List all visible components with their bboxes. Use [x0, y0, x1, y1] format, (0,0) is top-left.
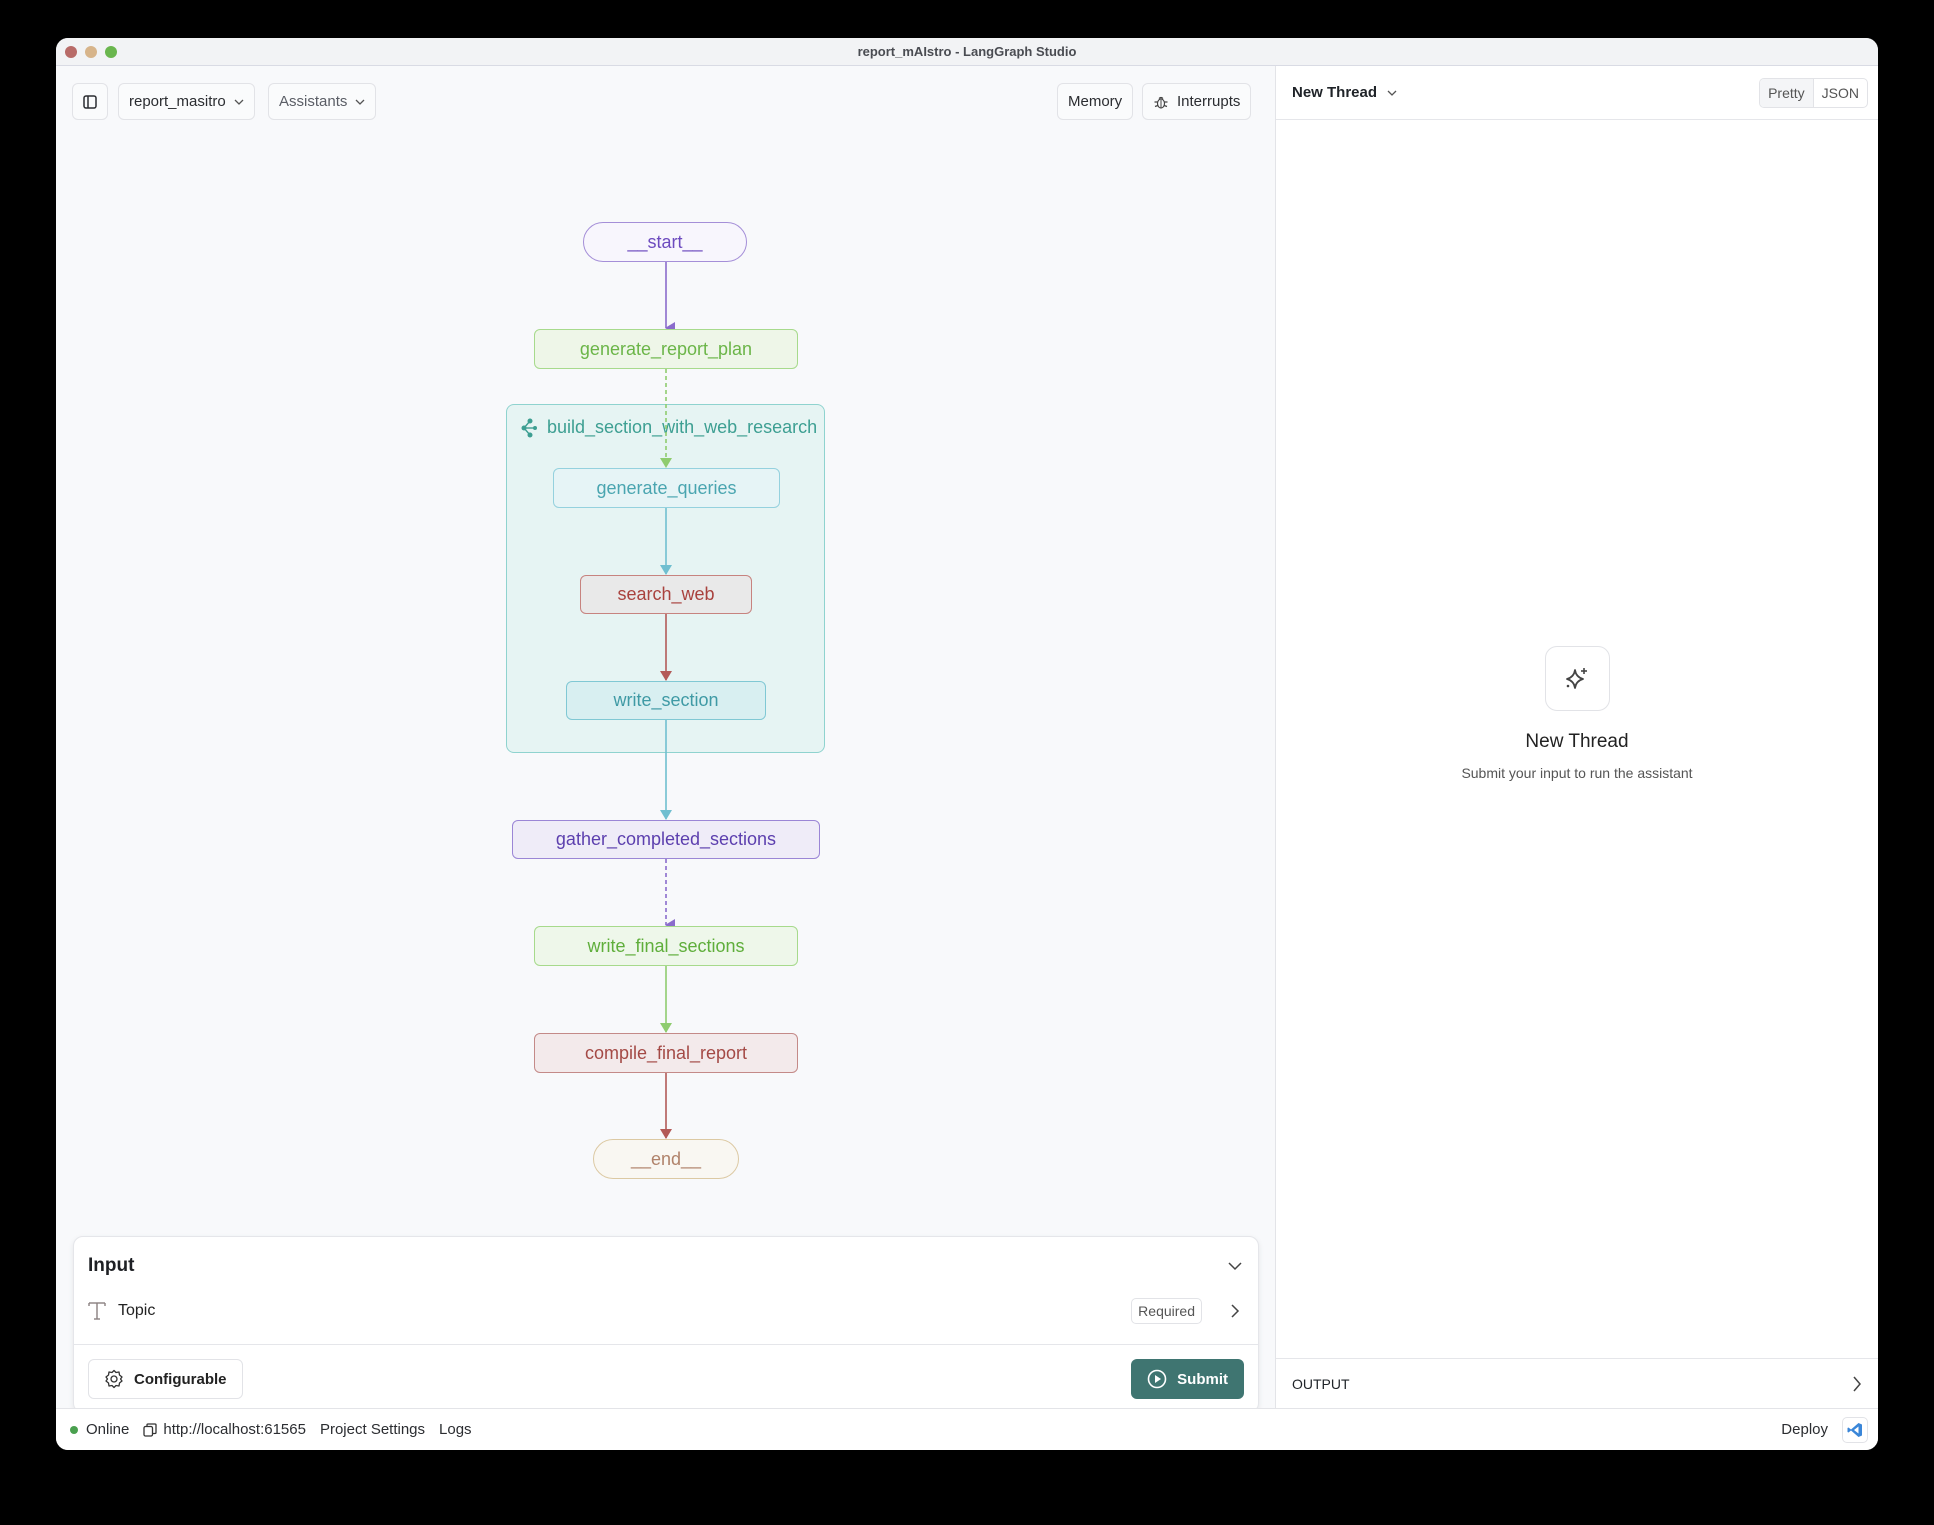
input-field-topic[interactable]: Topic Required — [88, 1295, 1244, 1327]
configurable-button[interactable]: Configurable — [88, 1359, 243, 1399]
project-settings-link[interactable]: Project Settings — [320, 1421, 425, 1438]
copy-icon — [143, 1422, 158, 1437]
status-bar: Online http://localhost:61565 Project Se… — [56, 1408, 1878, 1450]
connection-status: Online — [70, 1421, 129, 1438]
server-url: http://localhost:61565 — [163, 1421, 306, 1438]
configurable-label: Configurable — [134, 1370, 227, 1388]
empty-state-icon-box — [1544, 646, 1610, 711]
collapse-chevron-icon[interactable] — [1228, 1261, 1242, 1271]
chevron-right-icon — [1853, 1376, 1861, 1391]
input-panel-title: Input — [88, 1255, 135, 1276]
view-mode-toggle: Pretty JSON — [1759, 78, 1868, 108]
subgraph-icon — [521, 418, 537, 437]
node-write-section[interactable]: write_section — [566, 681, 766, 720]
submit-label: Submit — [1177, 1370, 1228, 1388]
thread-pane: New Thread Pretty JSON New Thread Submit… — [1276, 66, 1878, 1408]
submit-button[interactable]: Submit — [1131, 1359, 1244, 1399]
chevron-right-icon[interactable] — [1230, 1304, 1240, 1318]
empty-state-title: New Thread — [1525, 731, 1629, 752]
minimize-window-button[interactable] — [85, 46, 97, 58]
play-circle-icon — [1147, 1369, 1167, 1389]
window-title: report_mAIstro - LangGraph Studio — [857, 44, 1077, 59]
subgraph-label: build_section_with_web_research — [547, 417, 818, 437]
title-bar: report_mAIstro - LangGraph Studio — [56, 38, 1878, 66]
empty-state-subtitle: Submit your input to run the assistant — [1461, 765, 1693, 781]
graph-canvas[interactable]: build_section_with_web_research __start_… — [56, 66, 1276, 1246]
close-window-button[interactable] — [65, 46, 77, 58]
divider — [74, 1344, 1258, 1345]
node-generate-report-plan[interactable]: generate_report_plan — [534, 329, 798, 369]
vscode-icon — [1847, 1422, 1862, 1437]
thread-select-dropdown[interactable]: New Thread — [1292, 84, 1397, 101]
open-in-vscode-button[interactable] — [1842, 1416, 1868, 1443]
view-mode-json[interactable]: JSON — [1814, 79, 1867, 107]
window-controls — [65, 46, 117, 58]
required-badge: Required — [1131, 1298, 1202, 1324]
sparkles-icon — [1566, 667, 1587, 689]
maximize-window-button[interactable] — [105, 46, 117, 58]
graph-pane: report_masitro Assistants Memory Interru… — [56, 66, 1276, 1413]
node-write-final-sections[interactable]: write_final_sections — [534, 926, 798, 966]
thread-select-label: New Thread — [1292, 84, 1378, 101]
output-label: OUTPUT — [1292, 1375, 1350, 1392]
node-search-web[interactable]: search_web — [580, 575, 752, 614]
node-compile-final-report[interactable]: compile_final_report — [534, 1033, 798, 1073]
text-type-icon — [88, 1302, 106, 1320]
app-window: report_mAIstro - LangGraph Studio report… — [56, 38, 1878, 1450]
status-label: Online — [86, 1421, 130, 1438]
node-start[interactable]: __start__ — [583, 222, 747, 262]
gear-icon — [105, 1369, 123, 1389]
thread-header: New Thread Pretty JSON — [1276, 66, 1878, 120]
output-section-toggle[interactable]: OUTPUT — [1276, 1358, 1878, 1408]
node-gather-completed-sections[interactable]: gather_completed_sections — [512, 820, 820, 859]
subgraph-title: build_section_with_web_research — [521, 417, 817, 438]
empty-state: New Thread Submit your input to run the … — [1276, 646, 1878, 781]
input-panel: Input Topic Required Configurable Submit — [73, 1236, 1259, 1413]
copy-url-link[interactable]: http://localhost:61565 — [143, 1421, 306, 1438]
view-mode-pretty[interactable]: Pretty — [1760, 79, 1814, 107]
logs-link[interactable]: Logs — [439, 1421, 472, 1438]
chevron-down-icon — [1387, 90, 1397, 96]
field-label: Topic — [118, 1302, 156, 1319]
node-generate-queries[interactable]: generate_queries — [553, 468, 780, 508]
node-end[interactable]: __end__ — [593, 1139, 739, 1179]
deploy-link[interactable]: Deploy — [1781, 1421, 1828, 1438]
online-dot-icon — [70, 1425, 78, 1434]
